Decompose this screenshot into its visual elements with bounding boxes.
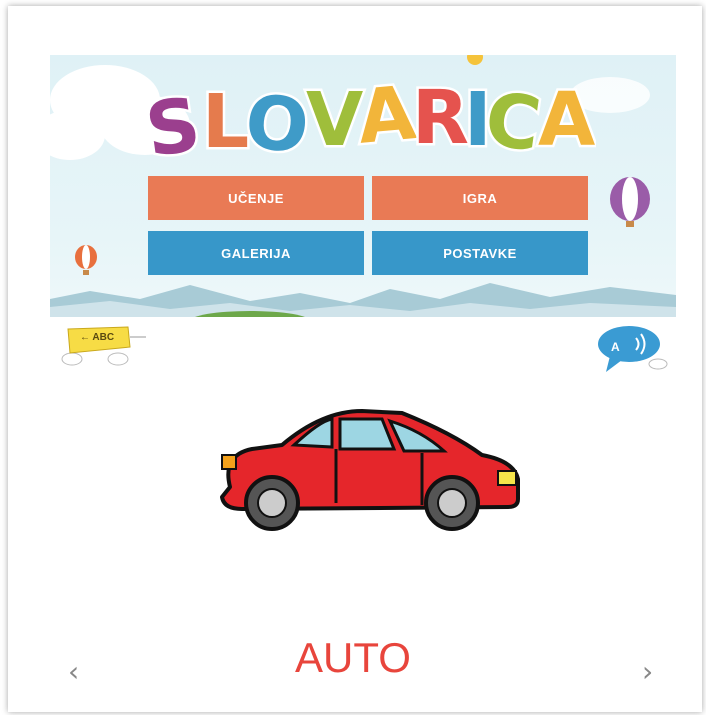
game-button[interactable]: IGRA: [372, 176, 588, 220]
mountains-decoration: [50, 283, 676, 317]
back-to-abc-button[interactable]: ← ABC: [58, 323, 152, 369]
svg-text:V: V: [306, 77, 363, 163]
speech-bubble-icon: [598, 326, 668, 372]
slovarica-logo: S L O V A R I C A: [146, 68, 596, 175]
speak-letter: A: [611, 340, 620, 354]
svg-text:A: A: [538, 77, 595, 163]
next-arrow-icon[interactable]: ›: [642, 658, 653, 686]
svg-text:S: S: [146, 81, 205, 174]
gallery-button[interactable]: GALERIJA: [148, 231, 364, 275]
header-banner: S L O V A R I C A UČENJE IGRA GALERIJA P…: [50, 55, 676, 317]
prev-arrow-icon[interactable]: ‹: [68, 658, 79, 686]
settings-button[interactable]: POSTAVKE: [372, 231, 588, 275]
svg-text:C: C: [480, 76, 546, 169]
speak-button[interactable]: A: [596, 324, 668, 374]
balloon-icon: [610, 177, 650, 227]
svg-text:A: A: [354, 70, 419, 161]
back-label: ← ABC: [80, 332, 115, 343]
word-label: AUTO: [295, 634, 411, 681]
balloon-small-icon: [75, 245, 97, 275]
car-icon: [220, 409, 520, 531]
back-label-text: ABC: [92, 332, 115, 343]
svg-text:O: O: [241, 79, 313, 171]
sign-icon: [61, 326, 146, 366]
learn-button[interactable]: UČENJE: [148, 176, 364, 220]
svg-text:R: R: [412, 75, 469, 161]
